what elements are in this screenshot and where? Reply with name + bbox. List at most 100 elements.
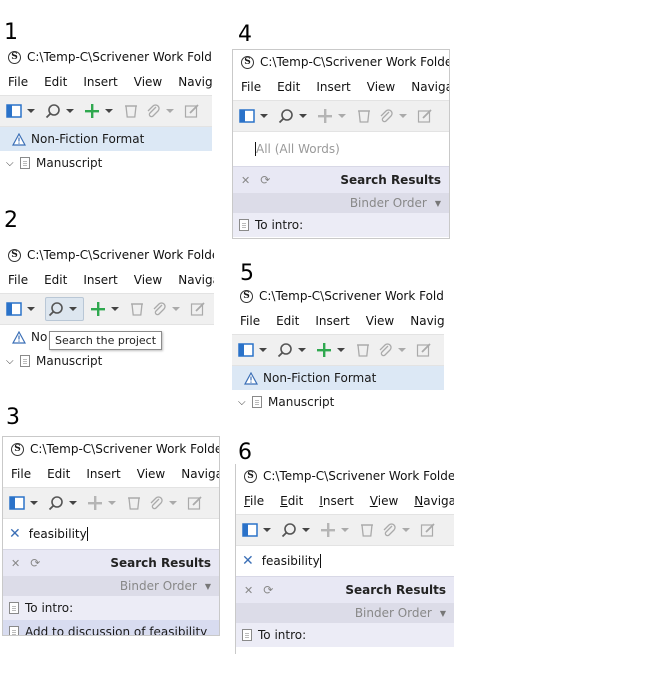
edit-button[interactable] — [420, 519, 436, 541]
menu-edit[interactable]: Edit — [47, 467, 70, 481]
window-title: C:\Temp-C\Scrivener Work Folder\ — [27, 248, 214, 262]
chevron-down-icon[interactable]: ⌵ — [238, 397, 246, 408]
result-item[interactable]: To intro: — [236, 623, 454, 647]
menu-view[interactable]: View — [134, 273, 162, 287]
add-button[interactable] — [87, 492, 120, 514]
search-button[interactable] — [281, 519, 314, 541]
binder-item-manuscript[interactable]: ⌵ Manuscript — [0, 151, 212, 175]
menu-file[interactable]: File — [8, 273, 28, 287]
refresh-icon[interactable]: ⟳ — [260, 173, 270, 187]
menu-file[interactable]: File — [8, 75, 28, 89]
edit-button[interactable] — [416, 339, 432, 361]
search-button[interactable] — [278, 105, 311, 127]
menu-navigate[interactable]: Navigate — [181, 467, 219, 481]
trash-button[interactable] — [359, 519, 375, 541]
sort-order-dropdown[interactable]: Binder Order ▼ — [233, 193, 449, 213]
result-item[interactable]: To intro: — [3, 596, 219, 620]
layout-button[interactable] — [238, 339, 271, 361]
menu-insert[interactable]: Insert — [316, 80, 350, 94]
document-icon — [9, 602, 19, 614]
edit-button[interactable] — [184, 100, 200, 122]
close-results-icon[interactable]: ✕ — [11, 557, 20, 570]
menu-view[interactable]: View — [370, 494, 398, 508]
menu-edit[interactable]: Edit — [276, 314, 299, 328]
refresh-icon[interactable]: ⟳ — [263, 583, 273, 597]
menu-file[interactable]: File — [244, 494, 264, 508]
attach-button[interactable] — [145, 100, 178, 122]
close-results-icon[interactable]: ✕ — [244, 584, 253, 597]
attach-button[interactable] — [151, 298, 184, 320]
binder-item-manuscript[interactable]: ⌵ Manuscript — [232, 390, 444, 414]
menu-bar: File Edit Insert View Navigate — [232, 308, 444, 334]
sort-order-dropdown[interactable]: Binder Order ▼ — [236, 603, 454, 623]
edit-button[interactable] — [187, 492, 203, 514]
layout-button[interactable] — [242, 519, 275, 541]
trash-button[interactable] — [356, 105, 372, 127]
menu-navigate[interactable]: Navigate — [411, 80, 449, 94]
menu-navigate[interactable]: Navigate — [414, 494, 454, 508]
menu-view[interactable]: View — [366, 314, 394, 328]
paperclip-icon — [147, 104, 160, 118]
trash-button[interactable] — [123, 100, 139, 122]
menu-view[interactable]: View — [367, 80, 395, 94]
add-button[interactable] — [316, 339, 349, 361]
binder-item-manuscript[interactable]: ⌵ Manuscript — [0, 349, 214, 373]
layout-button[interactable] — [9, 492, 42, 514]
menu-insert[interactable]: Insert — [83, 75, 117, 89]
menu-insert[interactable]: Insert — [86, 467, 120, 481]
binder-item-label: Non-Fiction Format — [263, 371, 377, 385]
attach-button[interactable] — [148, 492, 181, 514]
menu-navigate[interactable]: Navigate — [410, 314, 444, 328]
menu-file[interactable]: File — [241, 80, 261, 94]
result-item[interactable]: To intro: — [233, 213, 449, 237]
menu-edit[interactable]: Edit — [44, 75, 67, 89]
result-item[interactable]: Add to discussion of feasibility — [3, 620, 219, 635]
search-button[interactable] — [277, 339, 310, 361]
document-icon — [20, 355, 30, 367]
menu-navigate[interactable]: Navigate — [178, 273, 214, 287]
add-button[interactable] — [84, 100, 117, 122]
menu-insert[interactable]: Insert — [319, 494, 353, 508]
search-button[interactable] — [48, 492, 81, 514]
menu-edit[interactable]: Edit — [280, 494, 303, 508]
add-button[interactable] — [90, 298, 123, 320]
menu-file[interactable]: File — [11, 467, 31, 481]
layout-button[interactable] — [6, 100, 39, 122]
clear-search-icon[interactable]: ✕ — [9, 526, 21, 542]
edit-button[interactable] — [417, 105, 433, 127]
magnifier-icon — [48, 302, 63, 317]
search-button[interactable] — [45, 100, 78, 122]
menu-navigate[interactable]: Navigate — [178, 75, 212, 89]
refresh-icon[interactable]: ⟳ — [30, 556, 40, 570]
trash-button[interactable] — [129, 298, 145, 320]
attach-button[interactable] — [377, 339, 410, 361]
layout-button[interactable] — [6, 298, 39, 320]
clear-search-icon[interactable]: ✕ — [242, 553, 254, 569]
search-input[interactable]: feasibility — [29, 527, 87, 541]
sort-order-dropdown[interactable]: Binder Order ▼ — [3, 576, 219, 596]
menu-insert[interactable]: Insert — [83, 273, 117, 287]
menu-view[interactable]: View — [137, 467, 165, 481]
attach-button[interactable] — [381, 519, 414, 541]
edit-button[interactable] — [190, 298, 206, 320]
layout-button[interactable] — [239, 105, 272, 127]
binder-item-format[interactable]: Non-Fiction Format — [232, 366, 444, 390]
trash-button[interactable] — [126, 492, 142, 514]
menu-view[interactable]: View — [134, 75, 162, 89]
close-results-icon[interactable]: ✕ — [241, 174, 250, 187]
binder-item-format[interactable]: Non-Fiction Format — [0, 127, 212, 151]
attach-button[interactable] — [378, 105, 411, 127]
search-input[interactable]: All (All Words) — [256, 142, 340, 156]
menu-insert[interactable]: Insert — [315, 314, 349, 328]
menu-edit[interactable]: Edit — [277, 80, 300, 94]
add-button[interactable] — [320, 519, 353, 541]
add-button[interactable] — [317, 105, 350, 127]
menu-file[interactable]: File — [240, 314, 260, 328]
search-input[interactable]: feasibility — [262, 554, 320, 568]
chevron-down-icon[interactable]: ⌵ — [6, 158, 14, 169]
menu-edit[interactable]: Edit — [44, 273, 67, 287]
sort-order-label: Binder Order — [349, 196, 427, 210]
chevron-down-icon[interactable]: ⌵ — [6, 356, 14, 367]
search-button[interactable] — [45, 297, 84, 321]
trash-button[interactable] — [355, 339, 371, 361]
